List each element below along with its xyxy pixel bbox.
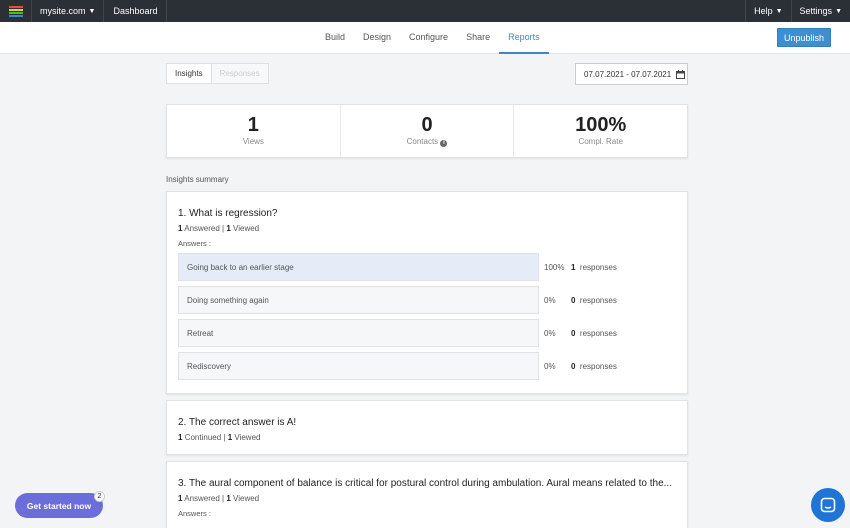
stat-completion-rate: 100% Compl. Rate — [514, 105, 687, 157]
stat-label-row: Contacts i — [341, 137, 514, 147]
stat-value: 1 — [247, 114, 259, 136]
insights-toggle[interactable]: Insights — [167, 64, 212, 83]
nav-tabs: Build Design Configure Share Reports — [316, 22, 549, 54]
editor-nav: Build Design Configure Share Reports Unp… — [0, 22, 850, 54]
date-range-picker[interactable]: 07.07.2021 - 07.07.2021 — [575, 63, 688, 85]
question-meta: 1 Continued | 1 Viewed — [178, 433, 261, 442]
answer-text: Retreat — [187, 328, 214, 338]
answer-bar: Retreat — [178, 319, 539, 347]
viewed-label: Viewed — [234, 433, 261, 442]
continued-label: Continued — [184, 433, 222, 442]
response-label: responses — [579, 262, 617, 272]
chevron-down-icon: ▼ — [88, 7, 96, 15]
viewed-count: 1 — [227, 433, 233, 442]
response-label: responses — [579, 361, 617, 371]
answer-bar: Rediscovery — [178, 352, 539, 380]
tab-reports[interactable]: Reports — [499, 22, 549, 54]
viewed-count: 1 — [226, 224, 231, 233]
dashboard-link[interactable]: Dashboard — [104, 0, 168, 22]
help-menu[interactable]: Help ▼ — [745, 0, 790, 22]
stat-contacts: 0 Contacts i — [341, 105, 515, 157]
answers-label: Answers : — [178, 509, 211, 518]
stat-value: 100% — [575, 114, 627, 136]
response-label: responses — [579, 328, 617, 338]
response-count: 0 — [571, 328, 576, 338]
response-count: 0 — [571, 361, 576, 371]
chevron-down-icon: ▼ — [775, 7, 783, 15]
app-logo[interactable] — [0, 0, 32, 22]
chevron-down-icon: ▼ — [835, 7, 842, 15]
response-count: 1 — [571, 262, 576, 272]
viewed-label: Viewed — [233, 224, 260, 233]
answered-label: Answered — [184, 494, 220, 503]
question-card-1: 1. What is regression? 1 Answered | 1 Vi… — [166, 191, 688, 394]
answer-responses: 1 responses — [571, 263, 617, 272]
question-title: 2. The correct answer is A! — [178, 417, 297, 428]
help-label: Help — [754, 6, 773, 16]
settings-menu[interactable]: Settings ▼ — [790, 0, 850, 22]
chat-launcher-button[interactable] — [811, 488, 845, 522]
response-label: responses — [579, 295, 617, 305]
answer-responses: 0 responses — [571, 362, 617, 371]
calendar-icon — [676, 69, 686, 79]
answered-label: Answered — [184, 224, 220, 233]
stat-views: 1 Views — [167, 105, 341, 157]
tab-share[interactable]: Share — [457, 22, 499, 54]
top-bar: mysite.com ▼ Dashboard Help ▼ Settings ▼ — [0, 0, 850, 22]
date-range-value: 07.07.2021 - 07.07.2021 — [584, 69, 672, 79]
answered-count: 1 — [178, 494, 183, 503]
answer-text: Going back to an earlier stage — [187, 262, 294, 272]
stat-label: Compl. Rate — [578, 137, 623, 146]
viewed-label: Viewed — [233, 494, 260, 503]
logo-icon — [8, 5, 23, 17]
unpublish-button[interactable]: Unpublish — [777, 28, 831, 47]
answer-percent: 0% — [544, 295, 556, 305]
response-count: 0 — [571, 295, 576, 305]
site-name: mysite.com — [40, 6, 86, 16]
stat-value: 0 — [421, 114, 433, 136]
answered-count: 1 — [178, 224, 183, 233]
insights-summary-heading: Insights summary — [166, 175, 229, 184]
continued-count: 1 — [178, 433, 183, 442]
answer-row: Going back to an earlier stage 100% 1 re… — [178, 253, 676, 281]
question-title: 3. The aural component of balance is cri… — [178, 478, 672, 489]
answer-responses: 0 responses — [571, 329, 617, 338]
question-card-2: 2. The correct answer is A! 1 Continued … — [166, 400, 688, 455]
report-view-toggle: Insights Responses — [166, 63, 269, 84]
stat-label: Contacts — [406, 137, 439, 146]
responses-toggle[interactable]: Responses — [211, 64, 268, 83]
answer-text: Doing something again — [187, 295, 269, 305]
info-icon[interactable]: i — [440, 140, 448, 147]
answer-bar: Doing something again — [178, 286, 539, 314]
notification-badge: 2 — [94, 491, 105, 502]
viewed-count: 1 — [226, 494, 231, 503]
answer-row: Doing something again 0% 0 responses — [178, 286, 676, 314]
get-started-button[interactable]: Get started now — [15, 493, 103, 518]
answer-percent: 0% — [544, 328, 556, 338]
answer-row: Rediscovery 0% 0 responses — [178, 352, 676, 380]
stat-label: Views — [242, 137, 264, 146]
answer-text: Rediscovery — [187, 361, 232, 371]
answer-row: Retreat 0% 0 responses — [178, 319, 676, 347]
answer-percent: 0% — [544, 361, 556, 371]
tab-build[interactable]: Build — [316, 22, 354, 54]
tab-design[interactable]: Design — [354, 22, 400, 54]
answers-label: Answers : — [178, 239, 211, 248]
answer-responses: 0 responses — [571, 296, 617, 305]
question-meta: 1 Answered | 1 Viewed — [178, 224, 260, 233]
question-meta: 1 Answered | 1 Viewed — [178, 494, 260, 503]
stats-panel: 1 Views 0 Contacts i 100% Compl. Rate — [166, 104, 688, 158]
question-title: 1. What is regression? — [178, 208, 278, 219]
question-card-3: 3. The aural component of balance is cri… — [166, 461, 688, 528]
tab-configure[interactable]: Configure — [400, 22, 457, 54]
chat-icon — [820, 497, 836, 513]
answer-percent: 100% — [544, 262, 565, 272]
settings-label: Settings — [799, 6, 833, 16]
answer-bar: Going back to an earlier stage — [178, 253, 539, 281]
site-selector[interactable]: mysite.com ▼ — [32, 0, 105, 22]
